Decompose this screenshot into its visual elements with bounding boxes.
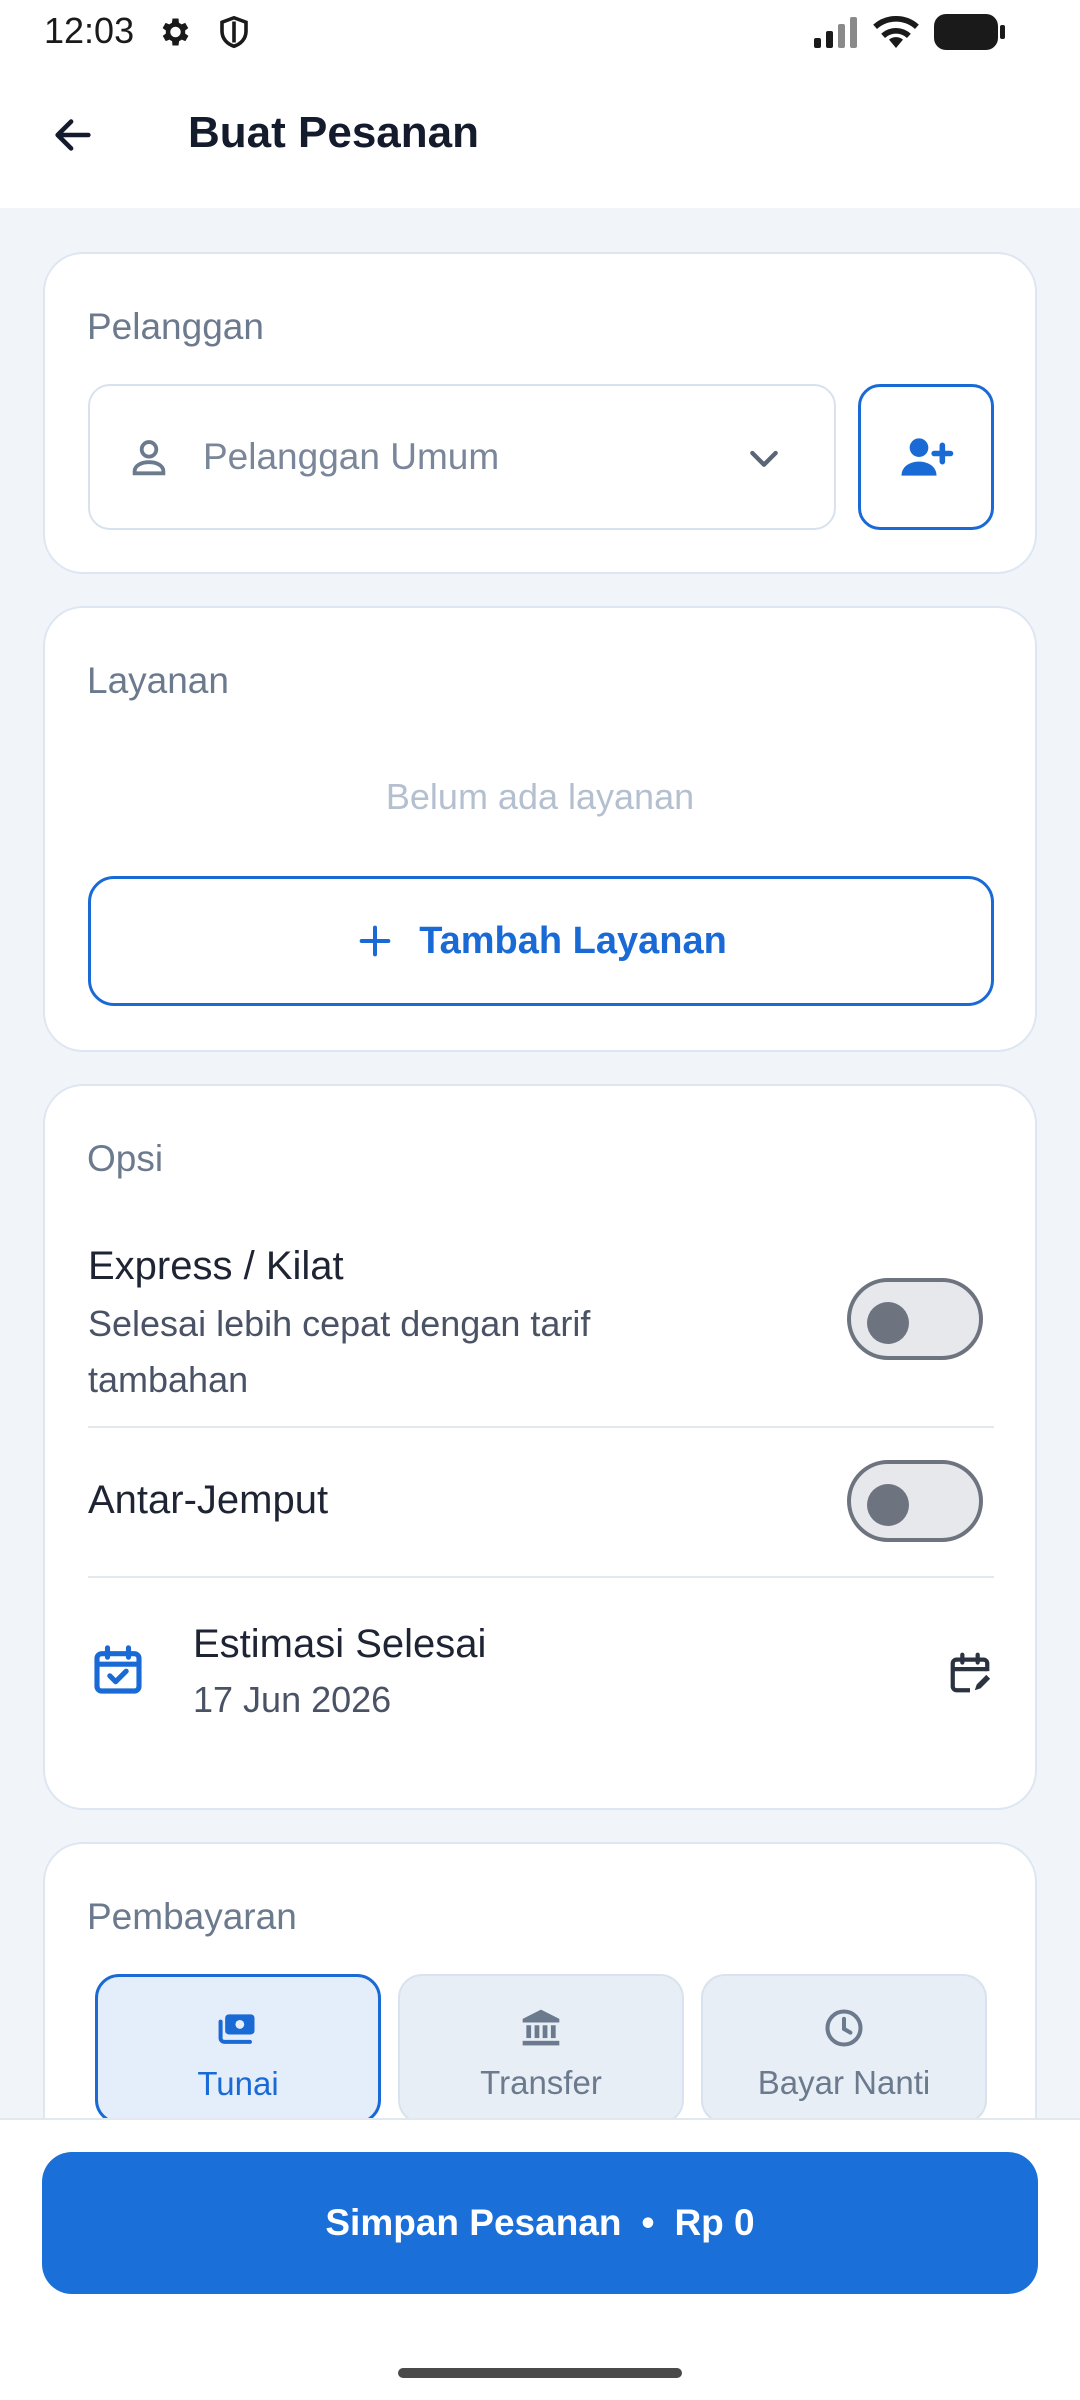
payment-method-transfer[interactable]: Transfer bbox=[398, 1974, 684, 2124]
express-subtitle: Selesai lebih cepat dengan tarif tambaha… bbox=[88, 1303, 591, 1400]
pickup-toggle[interactable] bbox=[847, 1460, 983, 1542]
bank-icon bbox=[519, 2006, 563, 2050]
person-add-icon bbox=[901, 438, 954, 476]
payment-method-cash[interactable]: Tunai bbox=[95, 1974, 381, 2124]
status-time: 12:03 bbox=[44, 10, 135, 51]
bottom-bar: Simpan Pesanan • Rp 0 bbox=[0, 2118, 1080, 2400]
express-title: Express / Kilat bbox=[88, 1244, 344, 1288]
app-bar: Buat Pesanan bbox=[0, 62, 1080, 208]
divider bbox=[88, 1576, 994, 1578]
payment-method-pay-later[interactable]: Bayar Nanti bbox=[701, 1974, 987, 2124]
battery-icon bbox=[934, 14, 1006, 55]
express-toggle[interactable] bbox=[847, 1278, 983, 1360]
arrow-back-icon bbox=[55, 119, 91, 151]
edit-calendar-icon[interactable] bbox=[947, 1650, 993, 1701]
customer-section-label: Pelanggan bbox=[87, 306, 264, 347]
services-card: Layanan Belum ada layanan Tambah Layanan bbox=[43, 606, 1037, 1052]
person-icon bbox=[126, 434, 172, 485]
save-order-label: Simpan Pesanan bbox=[325, 2202, 622, 2243]
save-order-button[interactable]: Simpan Pesanan • Rp 0 bbox=[42, 2152, 1038, 2294]
wifi-icon bbox=[872, 12, 920, 55]
add-customer-button[interactable] bbox=[858, 384, 994, 530]
status-bar: 12:03 bbox=[0, 0, 1080, 62]
divider bbox=[88, 1426, 994, 1428]
estimate-date: 17 Jun 2026 bbox=[193, 1679, 392, 1720]
clock-icon bbox=[822, 2006, 866, 2050]
toggle-knob bbox=[867, 1302, 909, 1344]
estimate-title: Estimasi Selesai bbox=[193, 1622, 487, 1666]
signal-icon bbox=[812, 16, 860, 53]
home-indicator[interactable] bbox=[398, 2368, 682, 2378]
settings-icon bbox=[156, 14, 192, 55]
payment-section-label: Pembayaran bbox=[87, 1896, 297, 1937]
back-button[interactable] bbox=[40, 102, 106, 168]
services-section-label: Layanan bbox=[87, 660, 229, 701]
add-service-label: Tambah Layanan bbox=[419, 919, 727, 962]
separator-dot: • bbox=[641, 2202, 655, 2243]
services-empty-text: Belum ada layanan bbox=[385, 776, 695, 817]
plus-icon bbox=[359, 925, 391, 957]
chevron-down-icon bbox=[744, 438, 784, 483]
add-service-button[interactable]: Tambah Layanan bbox=[88, 876, 994, 1006]
cash-icon bbox=[216, 2007, 260, 2051]
options-section-label: Opsi bbox=[87, 1138, 164, 1179]
options-card: Opsi Express / Kilat Selesai lebih cepat… bbox=[43, 1084, 1037, 1810]
event-available-icon bbox=[90, 1642, 146, 1703]
shield-icon bbox=[216, 14, 252, 55]
customer-select[interactable]: Pelanggan Umum bbox=[88, 384, 836, 530]
pickup-title: Antar-Jemput bbox=[88, 1478, 329, 1522]
customer-select-value: Pelanggan Umum bbox=[203, 436, 500, 477]
payment-method-label: Bayar Nanti bbox=[757, 2064, 931, 2101]
payment-method-label: Tunai bbox=[197, 2065, 279, 2102]
customer-card: Pelanggan Pelanggan Umum bbox=[43, 252, 1037, 574]
payment-method-label: Transfer bbox=[480, 2064, 602, 2101]
order-total: Rp 0 bbox=[674, 2202, 755, 2243]
toggle-knob bbox=[867, 1484, 909, 1526]
page-title: Buat Pesanan bbox=[188, 108, 479, 157]
